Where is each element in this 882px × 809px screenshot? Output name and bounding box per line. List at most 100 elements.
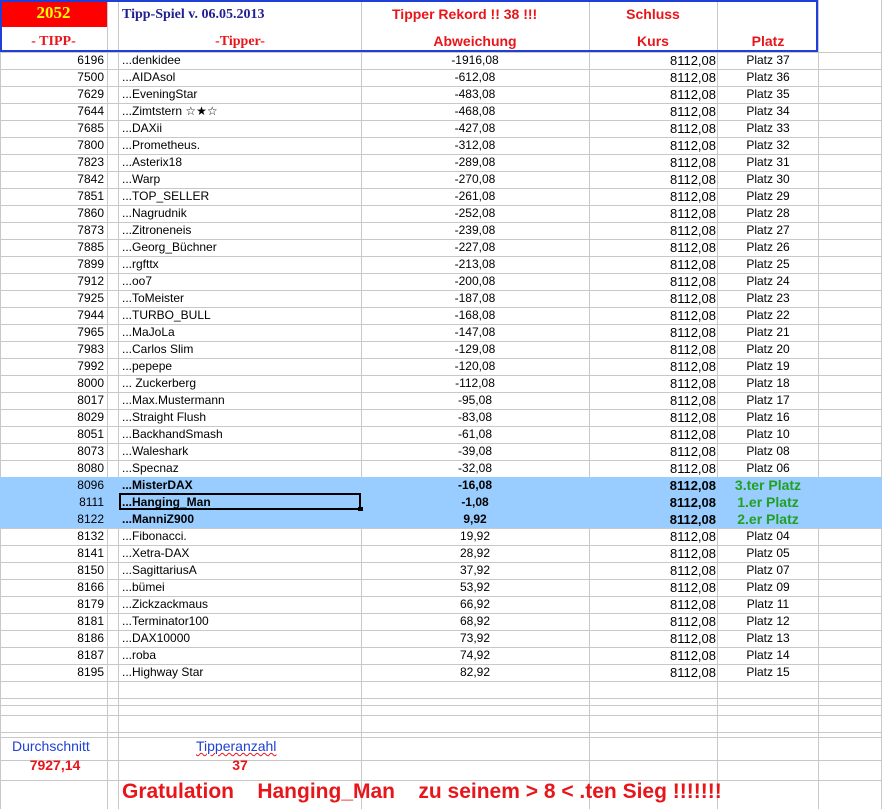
tipper-name-cell[interactable]: ...Zimtstern ☆★☆ — [122, 103, 358, 120]
tipper-name-cell[interactable]: ...ToMeister — [122, 290, 358, 307]
col-header-kurs[interactable]: Kurs — [590, 33, 716, 50]
tipp-cell[interactable]: 7885 — [0, 239, 104, 256]
abweichung-cell[interactable]: -1,08 — [362, 494, 588, 511]
tipper-name-cell[interactable]: ...Warp — [122, 171, 358, 188]
kurs-cell[interactable]: 8112,08 — [590, 562, 716, 579]
table-row[interactable]: 8073 ...Waleshark -39,08 8112,08 Platz 08 — [0, 443, 882, 460]
kurs-cell[interactable]: 8112,08 — [590, 647, 716, 664]
header-record[interactable]: Tipper Rekord !! 38 !!! — [392, 6, 537, 23]
header-title[interactable]: Tipp-Spiel v. 06.05.2013 — [122, 6, 265, 23]
tipper-name-cell[interactable]: ...MisterDAX — [122, 477, 358, 494]
kurs-cell[interactable]: 8112,08 — [590, 188, 716, 205]
platz-cell[interactable]: Platz 14 — [719, 647, 817, 664]
tipper-name-cell[interactable]: ...BackhandSmash — [122, 426, 358, 443]
abweichung-cell[interactable]: 82,92 — [362, 664, 588, 681]
platz-cell[interactable]: Platz 16 — [719, 409, 817, 426]
kurs-cell[interactable]: 8112,08 — [590, 460, 716, 477]
tipper-name-cell[interactable]: ...Asterix18 — [122, 154, 358, 171]
congratulation-banner[interactable]: Gratulation Hanging_Man zu seinem > 8 < … — [122, 780, 722, 804]
tipper-name-cell[interactable]: ...Carlos Slim — [122, 341, 358, 358]
abweichung-cell[interactable]: -427,08 — [362, 120, 588, 137]
platz-cell[interactable]: Platz 12 — [719, 613, 817, 630]
abweichung-cell[interactable]: 66,92 — [362, 596, 588, 613]
header-schluss[interactable]: Schluss — [590, 6, 716, 23]
table-row[interactable]: 7965 ...MaJoLa -147,08 8112,08 Platz 21 — [0, 324, 882, 341]
platz-cell[interactable]: Platz 20 — [719, 341, 817, 358]
abweichung-cell[interactable]: -83,08 — [362, 409, 588, 426]
abweichung-cell[interactable]: 28,92 — [362, 545, 588, 562]
abweichung-cell[interactable]: -468,08 — [362, 103, 588, 120]
kurs-cell[interactable]: 8112,08 — [590, 154, 716, 171]
tipper-name-cell[interactable]: ...roba — [122, 647, 358, 664]
average-value[interactable]: 7927,14 — [0, 757, 110, 774]
abweichung-cell[interactable]: -252,08 — [362, 205, 588, 222]
table-row[interactable]: 7644 ...Zimtstern ☆★☆ -468,08 8112,08 Platz … — [0, 103, 882, 120]
table-row[interactable]: 8080 ...Specnaz -32,08 8112,08 Platz 06 — [0, 460, 882, 477]
abweichung-cell[interactable]: 19,92 — [362, 528, 588, 545]
tipp-cell[interactable]: 8000 — [0, 375, 104, 392]
abweichung-cell[interactable]: -270,08 — [362, 171, 588, 188]
tipper-name-cell[interactable]: ...EveningStar — [122, 86, 358, 103]
table-row[interactable]: 8132 ...Fibonacci. 19,92 8112,08 Platz 04 — [0, 528, 882, 545]
col-header-tipp[interactable]: - TIPP- — [0, 33, 107, 50]
kurs-cell[interactable]: 8112,08 — [590, 630, 716, 647]
table-row[interactable]: 7860 ...Nagrudnik -252,08 8112,08 Platz 28 — [0, 205, 882, 222]
abweichung-cell[interactable]: -239,08 — [362, 222, 588, 239]
kurs-cell[interactable]: 8112,08 — [590, 341, 716, 358]
platz-cell[interactable]: Platz 18 — [719, 375, 817, 392]
platz-cell[interactable]: Platz 17 — [719, 392, 817, 409]
tipper-name-cell[interactable]: ...ManniZ900 — [122, 511, 358, 528]
tipper-name-cell[interactable]: ...Nagrudnik — [122, 205, 358, 222]
table-row[interactable]: 8017 ...Max.Mustermann -95,08 8112,08 Platz … — [0, 392, 882, 409]
platz-cell[interactable]: Platz 28 — [719, 205, 817, 222]
tipp-cell[interactable]: 7629 — [0, 86, 104, 103]
kurs-cell[interactable]: 8112,08 — [590, 426, 716, 443]
platz-cell[interactable]: Platz 19 — [719, 358, 817, 375]
platz-cell[interactable]: Platz 06 — [719, 460, 817, 477]
abweichung-cell[interactable]: -120,08 — [362, 358, 588, 375]
abweichung-cell[interactable]: -227,08 — [362, 239, 588, 256]
abweichung-cell[interactable]: -483,08 — [362, 86, 588, 103]
platz-cell[interactable]: Platz 21 — [719, 324, 817, 341]
abweichung-cell[interactable]: -129,08 — [362, 341, 588, 358]
tipper-name-cell[interactable]: ...Xetra-DAX — [122, 545, 358, 562]
abweichung-cell[interactable]: 73,92 — [362, 630, 588, 647]
kurs-cell[interactable]: 8112,08 — [590, 171, 716, 188]
tipper-name-cell[interactable]: ...Terminator100 — [122, 613, 358, 630]
platz-cell[interactable]: Platz 33 — [719, 120, 817, 137]
abweichung-cell[interactable]: -95,08 — [362, 392, 588, 409]
kurs-cell[interactable]: 8112,08 — [590, 545, 716, 562]
tipp-cell[interactable]: 8111 — [0, 494, 104, 511]
kurs-cell[interactable]: 8112,08 — [590, 477, 716, 494]
tipp-cell[interactable]: 7685 — [0, 120, 104, 137]
platz-cell[interactable]: Platz 10 — [719, 426, 817, 443]
platz-cell[interactable]: Platz 15 — [719, 664, 817, 681]
table-row[interactable]: 8179 ...Zickzackmaus 66,92 8112,08 Platz 11 — [0, 596, 882, 613]
kurs-cell[interactable]: 8112,08 — [590, 239, 716, 256]
abweichung-cell[interactable]: -187,08 — [362, 290, 588, 307]
tipp-cell[interactable]: 8181 — [0, 613, 104, 630]
platz-cell[interactable]: Platz 35 — [719, 86, 817, 103]
table-row[interactable]: 8051 ...BackhandSmash -61,08 8112,08 Platz 1… — [0, 426, 882, 443]
tipp-cell[interactable]: 8122 — [0, 511, 104, 528]
platz-cell[interactable]: Platz 34 — [719, 103, 817, 120]
table-row[interactable]: 7685 ...DAXii -427,08 8112,08 Platz 33 — [0, 120, 882, 137]
tipper-name-cell[interactable]: ...Max.Mustermann — [122, 392, 358, 409]
tipp-cell[interactable]: 7500 — [0, 69, 104, 86]
tipper-name-cell[interactable]: ...AIDAsol — [122, 69, 358, 86]
tipp-cell[interactable]: 6196 — [0, 52, 104, 69]
table-row[interactable]: 7885 ...Georg_Büchner -227,08 8112,08 Platz … — [0, 239, 882, 256]
tipper-name-cell[interactable]: ...SagittariusA — [122, 562, 358, 579]
table-row[interactable]: 7851 ...TOP_SELLER -261,08 8112,08 Platz 29 — [0, 188, 882, 205]
tipper-name-cell[interactable]: ...MaJoLa — [122, 324, 358, 341]
abweichung-cell[interactable]: -213,08 — [362, 256, 588, 273]
abweichung-cell[interactable]: -612,08 — [362, 69, 588, 86]
kurs-cell[interactable]: 8112,08 — [590, 358, 716, 375]
kurs-cell[interactable]: 8112,08 — [590, 222, 716, 239]
platz-cell[interactable]: Platz 29 — [719, 188, 817, 205]
tipp-cell[interactable]: 7823 — [0, 154, 104, 171]
tipper-name-cell[interactable]: ...Highway Star — [122, 664, 358, 681]
tipper-count-label[interactable]: Tipperanzahl — [196, 738, 276, 755]
table-row[interactable]: 7925 ...ToMeister -187,08 8112,08 Platz 23 — [0, 290, 882, 307]
tipper-name-cell[interactable]: ...denkidee — [122, 52, 358, 69]
